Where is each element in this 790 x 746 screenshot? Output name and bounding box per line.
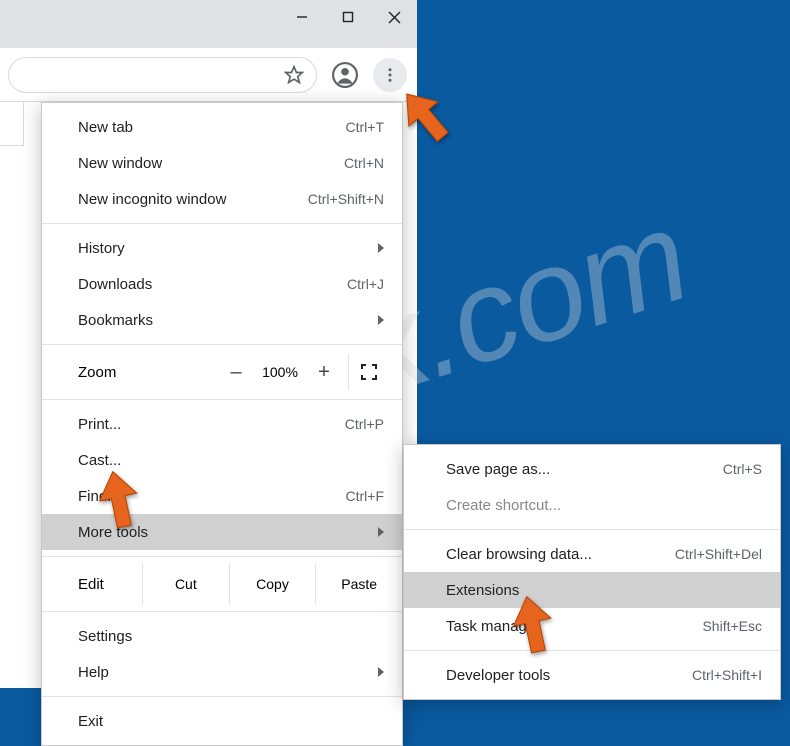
submenu-clear-data[interactable]: Clear browsing data... Ctrl+Shift+Del — [404, 536, 780, 572]
menu-edit-row: Edit Cut Copy Paste — [42, 563, 402, 605]
main-menu: New tab Ctrl+T New window Ctrl+N New inc… — [41, 102, 403, 746]
zoom-label: Zoom — [78, 364, 220, 381]
close-button[interactable] — [371, 0, 417, 34]
zoom-in-button[interactable]: + — [308, 361, 340, 384]
paste-button[interactable]: Paste — [315, 563, 402, 605]
menu-shortcut: Ctrl+Shift+I — [692, 667, 762, 683]
submenu-extensions[interactable]: Extensions — [404, 572, 780, 608]
menu-shortcut: Ctrl+Shift+Del — [675, 546, 762, 562]
menu-label: Settings — [78, 628, 384, 645]
menu-help[interactable]: Help — [42, 654, 402, 690]
menu-separator — [42, 223, 402, 224]
submenu-create-shortcut[interactable]: Create shortcut... — [404, 487, 780, 523]
profile-button[interactable] — [329, 59, 361, 91]
menu-label: Save page as... — [446, 461, 723, 478]
menu-label: Print... — [78, 416, 345, 433]
menu-separator — [42, 344, 402, 345]
chevron-right-icon — [378, 315, 384, 325]
menu-shortcut: Ctrl+F — [346, 488, 385, 504]
chevron-right-icon — [378, 243, 384, 253]
tab-strip-edge — [0, 102, 24, 146]
menu-label: New window — [78, 155, 344, 172]
menu-new-incognito[interactable]: New incognito window Ctrl+Shift+N — [42, 181, 402, 217]
menu-label: Downloads — [78, 276, 347, 293]
menu-shortcut: Shift+Esc — [702, 618, 762, 634]
maximize-button[interactable] — [325, 0, 371, 34]
menu-label: History — [78, 240, 384, 257]
arrow-pointer-icon — [508, 594, 558, 658]
menu-label: Extensions — [446, 582, 762, 599]
menu-label: Bookmarks — [78, 312, 384, 329]
toolbar — [0, 48, 417, 102]
chevron-right-icon — [378, 667, 384, 677]
menu-shortcut: Ctrl+P — [345, 416, 384, 432]
minimize-button[interactable] — [279, 0, 325, 34]
menu-label: Help — [78, 664, 384, 681]
copy-button[interactable]: Copy — [229, 563, 316, 605]
fullscreen-button[interactable] — [348, 354, 388, 390]
menu-label: New incognito window — [78, 191, 308, 208]
zoom-out-button[interactable]: – — [220, 361, 252, 384]
menu-new-tab[interactable]: New tab Ctrl+T — [42, 109, 402, 145]
menu-separator — [42, 611, 402, 612]
address-bar[interactable] — [8, 57, 317, 93]
titlebar — [0, 0, 417, 48]
menu-history[interactable]: History — [42, 230, 402, 266]
menu-label: Task manager — [446, 618, 702, 635]
menu-shortcut: Ctrl+S — [723, 461, 762, 477]
bookmark-star-icon[interactable] — [284, 65, 304, 85]
menu-print[interactable]: Print... Ctrl+P — [42, 406, 402, 442]
menu-label: Cast... — [78, 452, 384, 469]
menu-separator — [404, 650, 780, 651]
menu-separator — [42, 556, 402, 557]
menu-shortcut: Ctrl+T — [346, 119, 385, 135]
menu-separator — [42, 399, 402, 400]
arrow-pointer-icon — [401, 85, 451, 149]
menu-new-window[interactable]: New window Ctrl+N — [42, 145, 402, 181]
arrow-pointer-icon — [94, 469, 144, 533]
menu-settings[interactable]: Settings — [42, 618, 402, 654]
zoom-value: 100% — [252, 364, 308, 380]
menu-label: Developer tools — [446, 667, 692, 684]
menu-label: Clear browsing data... — [446, 546, 675, 563]
cut-button[interactable]: Cut — [142, 563, 229, 605]
menu-shortcut: Ctrl+J — [347, 276, 384, 292]
chevron-right-icon — [378, 527, 384, 537]
menu-separator — [42, 696, 402, 697]
menu-separator — [404, 529, 780, 530]
menu-bookmarks[interactable]: Bookmarks — [42, 302, 402, 338]
menu-downloads[interactable]: Downloads Ctrl+J — [42, 266, 402, 302]
menu-label: New tab — [78, 119, 346, 136]
submenu-task-manager[interactable]: Task manager Shift+Esc — [404, 608, 780, 644]
menu-shortcut: Ctrl+Shift+N — [308, 191, 384, 207]
menu-exit[interactable]: Exit — [42, 703, 402, 739]
submenu-save-page[interactable]: Save page as... Ctrl+S — [404, 451, 780, 487]
edit-label: Edit — [42, 576, 142, 593]
menu-label: Exit — [78, 713, 384, 730]
menu-label: Create shortcut... — [446, 497, 762, 514]
menu-zoom-row: Zoom – 100% + — [42, 351, 402, 393]
more-tools-submenu: Save page as... Ctrl+S Create shortcut..… — [403, 444, 781, 700]
menu-shortcut: Ctrl+N — [344, 155, 384, 171]
